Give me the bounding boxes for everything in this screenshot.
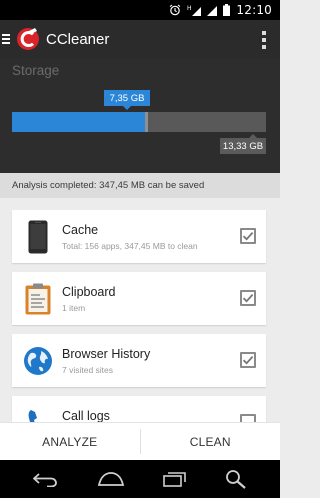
globe-icon [22, 344, 54, 378]
list-item-cache[interactable]: Cache Total: 156 apps, 347,45 MB to clea… [12, 210, 266, 263]
app-bar: CCleaner [0, 20, 280, 58]
used-storage-badge: 7,35 GB [104, 90, 150, 110]
app-title: CCleaner [46, 30, 110, 48]
item-subtitle: 7 visited sites [62, 365, 114, 375]
back-icon[interactable] [33, 471, 59, 487]
ccleaner-logo [17, 28, 39, 50]
signal-h-icon: H [187, 4, 202, 16]
search-icon[interactable] [225, 469, 247, 489]
storage-label: Storage [12, 63, 60, 78]
item-title: Call logs [62, 409, 110, 423]
status-time: 12:10 [236, 3, 272, 17]
navigation-bar [0, 460, 280, 498]
item-checkbox[interactable] [240, 352, 256, 368]
alarm-icon [169, 4, 181, 16]
item-subtitle: Total: 156 apps, 347,45 MB to clean [62, 241, 198, 251]
wifi-signal-icon [207, 4, 218, 16]
storage-bar [12, 112, 266, 132]
home-icon[interactable] [97, 471, 125, 487]
item-subtitle: 1 item [62, 303, 86, 313]
hamburger-icon[interactable] [2, 34, 14, 44]
item-title: Clipboard [62, 285, 116, 299]
cleanup-list: Cache Total: 156 apps, 347,45 MB to clea… [12, 210, 266, 458]
total-storage-badge: 13,33 GB [220, 134, 266, 154]
recent-apps-icon[interactable] [163, 471, 187, 487]
battery-icon [223, 4, 231, 16]
analysis-banner: Analysis completed: 347,45 MB can be sav… [0, 173, 280, 198]
overflow-menu-icon[interactable] [262, 31, 266, 49]
list-item-clipboard[interactable]: Clipboard 1 item [12, 272, 266, 325]
storage-panel: Storage 7,35 GB 13,33 GB [0, 58, 280, 173]
item-checkbox[interactable] [240, 290, 256, 306]
phone-icon [22, 220, 54, 254]
clipboard-icon [22, 282, 54, 316]
item-title: Cache [62, 223, 99, 237]
storage-bar-used [12, 112, 147, 132]
analyze-button[interactable]: ANALYZE [0, 423, 140, 460]
status-bar: H 12:10 [0, 0, 280, 20]
list-item-browser-history[interactable]: Browser History 7 visited sites [12, 334, 266, 387]
analysis-message: Analysis completed: 347,45 MB can be sav… [12, 180, 205, 191]
storage-bar-marker [145, 112, 148, 132]
item-title: Browser History [62, 347, 151, 361]
item-checkbox[interactable] [240, 228, 256, 244]
action-bar: ANALYZE CLEAN [0, 422, 280, 460]
svg-text:H: H [187, 5, 192, 12]
ccleaner-screen: H 12:10 CCleaner Storage 7,35 GB 13,33 G… [0, 0, 280, 498]
clean-button[interactable]: CLEAN [141, 423, 281, 460]
